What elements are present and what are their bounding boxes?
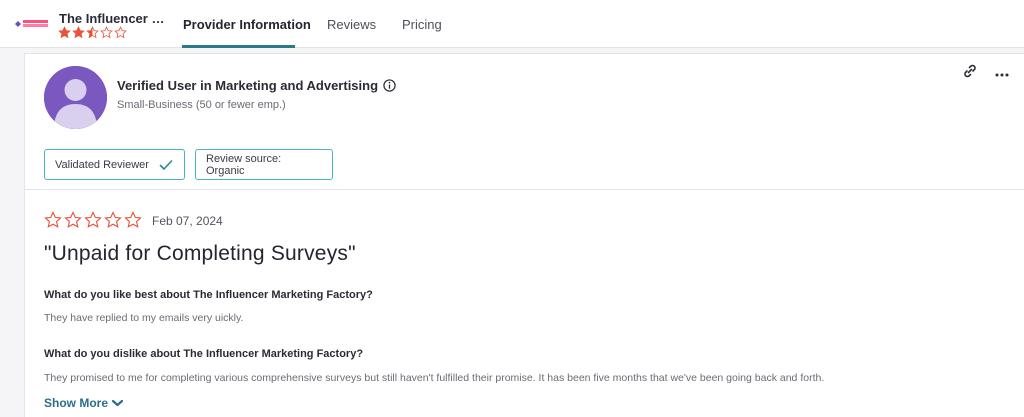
company-size: Small-Business (50 or fewer emp.) — [117, 99, 286, 111]
star-half-icon — [86, 26, 99, 39]
star-full-icon — [72, 26, 85, 39]
active-tab-indicator — [182, 45, 295, 48]
star-empty-icon — [100, 26, 113, 39]
chevron-down-icon — [112, 399, 124, 407]
badge-label: Review source: Organic — [206, 152, 282, 177]
check-icon — [159, 159, 173, 170]
star-empty-icon — [124, 211, 142, 228]
show-more-label: Show More — [44, 396, 109, 410]
tab-pricing[interactable]: Pricing — [402, 17, 442, 32]
review-title: "Unpaid for Completing Surveys" — [44, 242, 356, 265]
star-full-icon — [58, 26, 71, 39]
review-date: Feb 07, 2024 — [152, 214, 223, 228]
product-name[interactable]: The Influencer Ma... — [59, 11, 169, 26]
reviewer-title: Verified User in Marketing and Advertisi… — [117, 78, 396, 93]
review-source-badge: Review source: Organic — [195, 149, 333, 180]
product-rating-stars — [58, 26, 127, 39]
question-likes: What do you like best about The Influenc… — [44, 289, 373, 301]
star-empty-icon — [84, 211, 102, 228]
company-logo — [15, 20, 48, 27]
product-header: The Influencer Ma... Provider Informatio… — [0, 0, 1024, 48]
avatar — [44, 66, 107, 129]
show-more-button[interactable]: Show More — [44, 396, 124, 410]
user-silhouette-icon — [44, 66, 107, 129]
answer-dislikes: They promised to me for completing vario… — [44, 372, 825, 384]
answer-likes: They have replied to my emails very uick… — [44, 312, 244, 324]
star-empty-icon — [114, 26, 127, 39]
tab-reviews[interactable]: Reviews — [327, 17, 376, 32]
divider — [25, 189, 1024, 190]
star-empty-icon — [64, 211, 82, 228]
badge-label: Validated Reviewer — [55, 158, 149, 171]
star-empty-icon — [44, 211, 62, 228]
link-icon[interactable] — [961, 62, 979, 80]
reviewer-title-text: Verified User in Marketing and Advertisi… — [117, 78, 379, 93]
tab-provider-information[interactable]: Provider Information — [183, 17, 311, 32]
info-icon[interactable] — [383, 79, 396, 92]
star-empty-icon — [104, 211, 122, 228]
more-options-icon[interactable] — [993, 66, 1011, 84]
validated-reviewer-badge: Validated Reviewer — [44, 149, 185, 180]
question-dislikes: What do you dislike about The Influencer… — [44, 348, 364, 360]
review-rating-stars — [44, 211, 142, 229]
review-card: Verified User in Marketing and Advertisi… — [24, 53, 1024, 417]
